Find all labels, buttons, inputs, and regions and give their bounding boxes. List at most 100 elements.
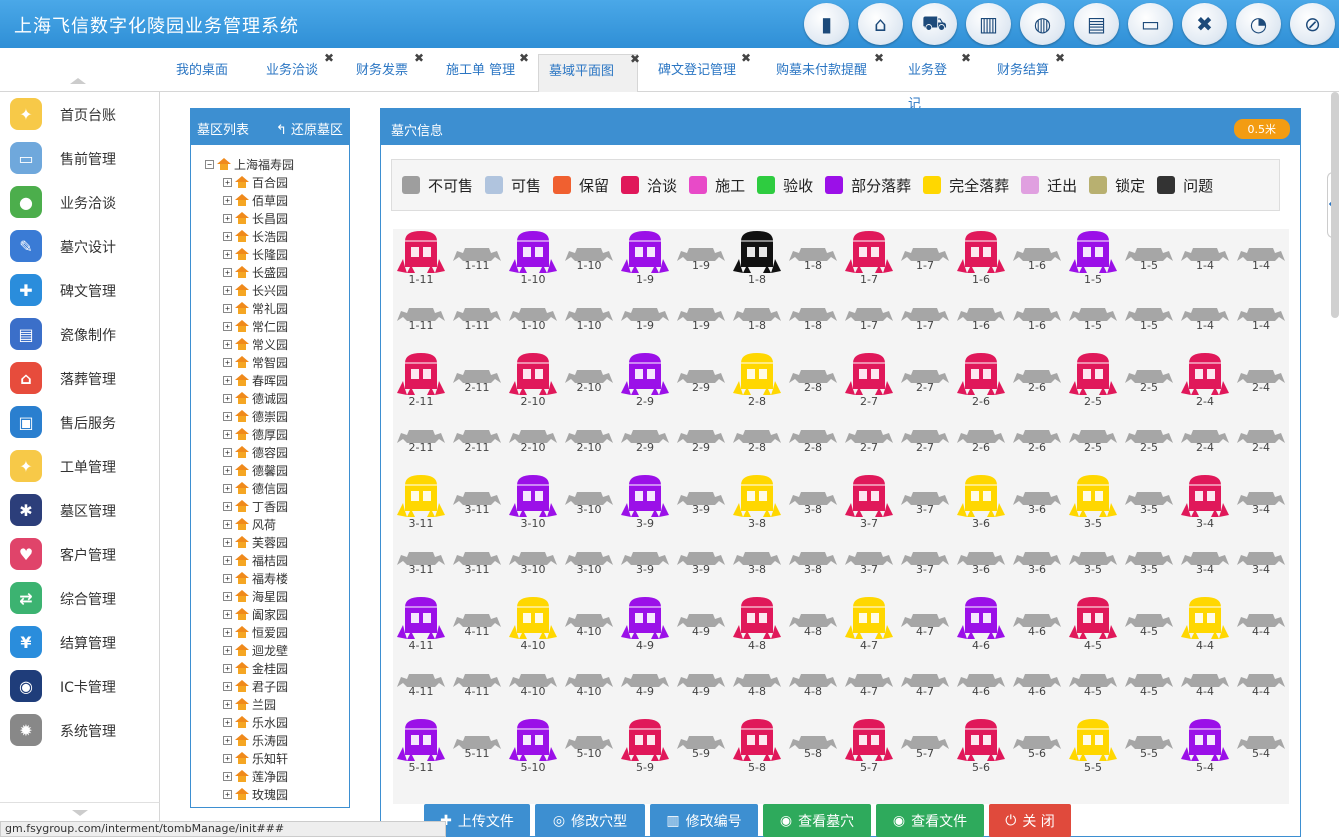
expand-icon[interactable]: + <box>223 501 232 511</box>
tab-7[interactable]: 业务登记 ✖ <box>898 52 971 112</box>
sidebar-item-10[interactable]: ♥ 客户管理 <box>0 532 159 576</box>
plot-1-11[interactable]: 1-11 <box>393 289 449 349</box>
plot-4-7[interactable]: 4-7 <box>897 655 953 715</box>
plot-3-9[interactable]: 3-9 <box>673 473 729 533</box>
plot-2-11[interactable]: 2-11 <box>449 411 505 471</box>
plot-2-11[interactable]: 2-11 <box>449 351 505 411</box>
plot-3-8[interactable]: 3-8 <box>785 473 841 533</box>
expand-icon[interactable]: + <box>223 717 232 727</box>
expand-icon[interactable]: + <box>223 699 232 709</box>
sidebar-item-13[interactable]: ◉ IC卡管理 <box>0 664 159 708</box>
expand-icon[interactable]: + <box>223 465 232 475</box>
expand-icon[interactable]: + <box>223 411 232 421</box>
plot-4-11[interactable]: 4-11 <box>449 595 505 655</box>
tomb-3-10[interactable]: 3-10 <box>505 473 561 533</box>
tab-close-icon[interactable]: ✖ <box>414 52 424 64</box>
tomb-4-5[interactable]: 4-5 <box>1065 595 1121 655</box>
expand-icon[interactable]: + <box>223 267 232 277</box>
plot-4-4[interactable]: 4-4 <box>1233 655 1289 715</box>
tree-node[interactable]: + 芙蓉园 <box>223 533 288 551</box>
plot-1-9[interactable]: 1-9 <box>673 289 729 349</box>
tree-node[interactable]: + 莲净园 <box>223 767 288 785</box>
plot-4-9[interactable]: 4-9 <box>617 655 673 715</box>
plot-2-9[interactable]: 2-9 <box>617 411 673 471</box>
plot-2-10[interactable]: 2-10 <box>561 351 617 411</box>
expand-icon[interactable]: + <box>223 663 232 673</box>
tree-node[interactable]: + 常义园 <box>223 335 288 353</box>
plot-1-4[interactable]: 1-4 <box>1177 289 1233 349</box>
plot-1-8[interactable]: 1-8 <box>785 229 841 289</box>
expand-icon[interactable]: + <box>223 789 232 799</box>
tree-node[interactable]: + 玫瑰园 <box>223 785 288 803</box>
plot-2-9[interactable]: 2-9 <box>673 411 729 471</box>
scroll-down-arrow-icon[interactable] <box>72 810 88 816</box>
close-icon[interactable]: ✖ <box>1182 3 1227 45</box>
expand-icon[interactable]: + <box>223 321 232 331</box>
action-button-3[interactable]: ◉ 查看墓穴 <box>763 804 871 837</box>
plot-3-5[interactable]: 3-5 <box>1065 533 1121 593</box>
tomb-4-7[interactable]: 4-7 <box>841 595 897 655</box>
expand-icon[interactable]: + <box>223 195 232 205</box>
expand-icon[interactable]: + <box>223 429 232 439</box>
tomb-2-7[interactable]: 2-7 <box>841 351 897 411</box>
plot-2-7[interactable]: 2-7 <box>897 411 953 471</box>
plot-1-8[interactable]: 1-8 <box>785 289 841 349</box>
tree-node[interactable]: + 乐水园 <box>223 713 288 731</box>
plot-1-6[interactable]: 1-6 <box>1009 229 1065 289</box>
tab-2[interactable]: 财务发票 ✖ <box>346 52 424 92</box>
tomb-3-7[interactable]: 3-7 <box>841 473 897 533</box>
plot-5-8[interactable]: 5-8 <box>785 717 841 777</box>
expand-icon[interactable]: + <box>223 555 232 565</box>
sidebar-item-7[interactable]: ▣ 售后服务 <box>0 400 159 444</box>
plot-4-6[interactable]: 4-6 <box>1009 595 1065 655</box>
plot-4-6[interactable]: 4-6 <box>1009 655 1065 715</box>
plot-1-4[interactable]: 1-4 <box>1177 229 1233 289</box>
tree-node[interactable]: + 长兴园 <box>223 281 288 299</box>
tomb-5-6[interactable]: 5-6 <box>953 717 1009 777</box>
expand-icon[interactable]: + <box>223 231 232 241</box>
plot-2-6[interactable]: 2-6 <box>1009 351 1065 411</box>
tomb-5-10[interactable]: 5-10 <box>505 717 561 777</box>
plot-5-10[interactable]: 5-10 <box>561 717 617 777</box>
expand-icon[interactable]: + <box>223 177 232 187</box>
plot-4-10[interactable]: 4-10 <box>561 595 617 655</box>
plot-2-6[interactable]: 2-6 <box>1009 411 1065 471</box>
tomb-3-4[interactable]: 3-4 <box>1177 473 1233 533</box>
tomb-5-7[interactable]: 5-7 <box>841 717 897 777</box>
cart-icon[interactable]: ⛟ <box>912 3 957 45</box>
tomb-5-4[interactable]: 5-4 <box>1177 717 1233 777</box>
tomb-4-9[interactable]: 4-9 <box>617 595 673 655</box>
plot-2-4[interactable]: 2-4 <box>1233 351 1289 411</box>
tree-node[interactable]: + 德容园 <box>223 443 288 461</box>
sidebar-item-8[interactable]: ✦ 工单管理 <box>0 444 159 488</box>
tab-1[interactable]: 业务洽谈 ✖ <box>256 52 334 92</box>
plot-3-11[interactable]: 3-11 <box>393 533 449 593</box>
sidebar-item-9[interactable]: ✱ 墓区管理 <box>0 488 159 532</box>
sidebar-item-6[interactable]: ⌂ 落葬管理 <box>0 356 159 400</box>
tree-node[interactable]: + 常礼园 <box>223 299 288 317</box>
tree-node[interactable]: + 春晖园 <box>223 371 288 389</box>
plot-3-7[interactable]: 3-7 <box>897 533 953 593</box>
expand-icon[interactable]: + <box>223 339 232 349</box>
tomb-4-10[interactable]: 4-10 <box>505 595 561 655</box>
tab-5[interactable]: 碑文登记管理 ✖ <box>648 52 751 92</box>
expand-icon[interactable]: + <box>223 771 232 781</box>
plot-1-4[interactable]: 1-4 <box>1233 229 1289 289</box>
tab-close-icon[interactable]: ✖ <box>1055 52 1065 64</box>
tomb-2-11[interactable]: 2-11 <box>393 351 449 411</box>
sidebar-item-4[interactable]: ✚ 碑文管理 <box>0 268 159 312</box>
plot-1-9[interactable]: 1-9 <box>673 229 729 289</box>
tree-node[interactable]: + 德诚园 <box>223 389 288 407</box>
plot-2-10[interactable]: 2-10 <box>561 411 617 471</box>
tree-node[interactable]: + 德厚园 <box>223 425 288 443</box>
plot-2-5[interactable]: 2-5 <box>1121 351 1177 411</box>
buildings-icon[interactable]: ▥ <box>966 3 1011 45</box>
tab-close-icon[interactable]: ✖ <box>324 52 334 64</box>
tab-3[interactable]: 施工单 管理 ✖ <box>436 52 529 92</box>
collapse-icon[interactable]: − <box>205 159 214 169</box>
tomb-3-6[interactable]: 3-6 <box>953 473 1009 533</box>
tomb-1-11[interactable]: 1-11 <box>393 229 449 289</box>
plot-4-11[interactable]: 4-11 <box>449 655 505 715</box>
plot-1-10[interactable]: 1-10 <box>561 289 617 349</box>
plot-4-5[interactable]: 4-5 <box>1065 655 1121 715</box>
